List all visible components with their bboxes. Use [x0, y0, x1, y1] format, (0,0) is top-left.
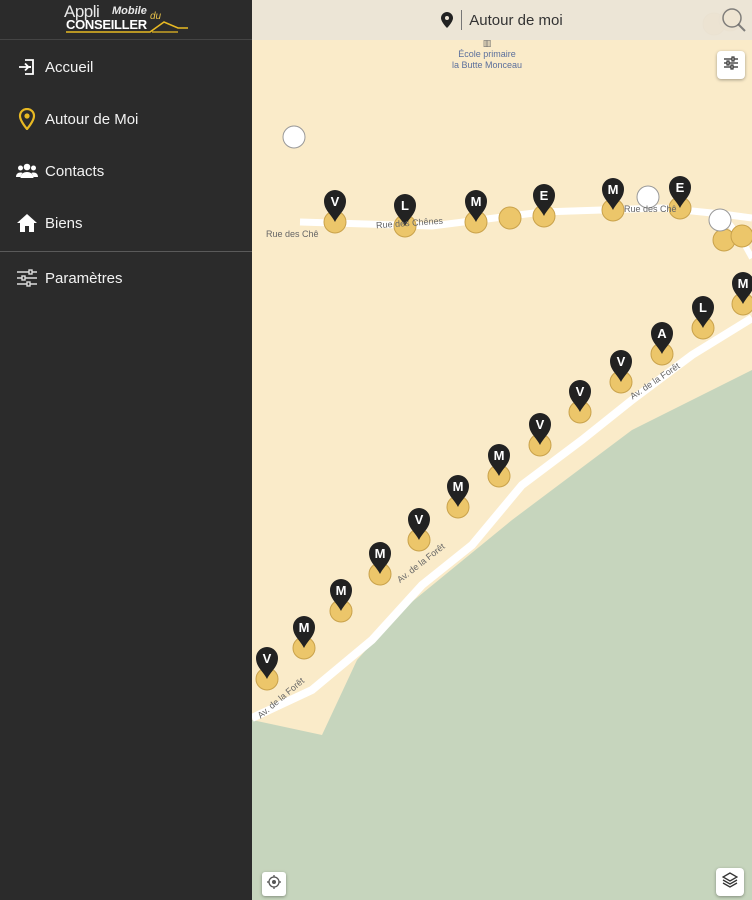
poi-school-label[interactable]: ▥ École primaire la Butte Monceau — [432, 38, 542, 71]
marker-letter: A — [657, 326, 667, 341]
filter-button[interactable] — [717, 51, 745, 79]
marker-letter: M — [608, 182, 619, 197]
nav-item-label: Paramètres — [45, 269, 123, 287]
nav-item-parametres[interactable]: Paramètres — [0, 252, 252, 304]
app-logo[interactable]: Appli Mobile du CONSEILLER — [0, 0, 252, 40]
marker-letter: E — [676, 180, 685, 195]
marker-letter: M — [471, 194, 482, 209]
map-point[interactable] — [282, 125, 306, 149]
locate-me-button[interactable] — [262, 872, 286, 896]
nav-item-label: Accueil — [45, 58, 94, 76]
nav-item-autour-de-moi[interactable]: Autour de Moi — [0, 93, 252, 145]
location-pin-icon — [441, 12, 454, 28]
marker-letter: V — [331, 194, 340, 209]
crosshair-icon — [267, 874, 281, 894]
poi-line2: la Butte Monceau — [451, 60, 523, 70]
nav-item-contacts[interactable]: Contacts — [0, 145, 252, 197]
contacts-icon — [16, 160, 38, 182]
marker-letter: L — [699, 300, 707, 315]
map-point[interactable] — [708, 208, 732, 232]
nav-item-accueil[interactable]: Accueil — [0, 41, 252, 93]
header-bar: Autour de moi — [252, 0, 752, 40]
sidebar: Appli Mobile du CONSEILLER Accueil Autou… — [0, 0, 252, 900]
page-title: Autour de moi — [469, 11, 563, 29]
layers-icon — [721, 871, 739, 893]
location-pin-icon — [16, 108, 38, 130]
marker-letter: V — [536, 417, 545, 432]
search-icon[interactable] — [718, 4, 750, 36]
marker-letter: M — [375, 546, 386, 561]
marker-letter: V — [617, 354, 626, 369]
sliders-icon — [723, 55, 739, 75]
map-view[interactable]: V L M E M E V M M M V M M V V V A L M ▥ École primaire la … — [252, 0, 752, 900]
sliders-icon — [16, 267, 38, 289]
marker-letter: V — [263, 651, 272, 666]
layers-button[interactable] — [716, 868, 744, 896]
marker-letter: M — [336, 583, 347, 598]
marker-letter: L — [401, 198, 409, 213]
marker-letter: M — [494, 448, 505, 463]
nav-item-label: Biens — [45, 214, 83, 232]
map-canvas: V L M E M E V M M M V M M V V V A L M — [252, 8, 752, 900]
login-icon — [16, 56, 38, 78]
marker-letter: E — [540, 188, 549, 203]
marker-letter: M — [299, 620, 310, 635]
logo-mobile-text: Mobile — [112, 5, 147, 17]
nav-item-label: Autour de Moi — [45, 110, 139, 128]
marker-letter: M — [738, 276, 749, 291]
marker-letter: V — [415, 512, 424, 527]
street-label: Rue des Chê — [624, 204, 677, 214]
header-separator — [461, 10, 463, 30]
property-dot[interactable] — [498, 206, 522, 230]
property-dot[interactable] — [730, 224, 752, 248]
marker-letter: V — [576, 384, 585, 399]
nav-item-label: Contacts — [45, 162, 105, 180]
logo-roof-icon — [66, 21, 188, 33]
home-icon — [16, 212, 38, 234]
street-label: Rue des Chê — [266, 229, 319, 239]
poi-line1: École primaire — [458, 49, 516, 59]
marker-letter: M — [453, 479, 464, 494]
nav-item-biens[interactable]: Biens — [0, 197, 252, 249]
